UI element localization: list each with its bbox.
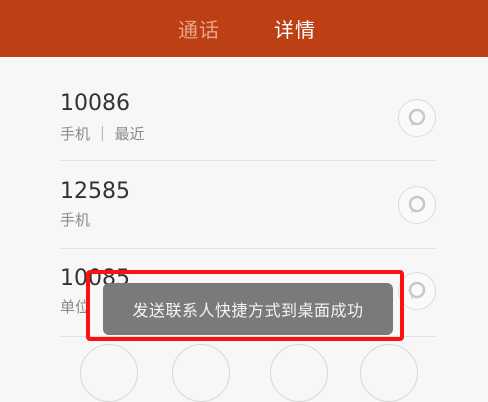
toast-message: 发送联系人快捷方式到桌面成功 <box>103 283 393 335</box>
action-button[interactable] <box>172 344 230 402</box>
chat-bubble-icon <box>408 108 426 126</box>
action-button[interactable] <box>270 344 328 402</box>
number-type-label: 手机 <box>60 211 91 229</box>
action-button[interactable] <box>360 344 418 402</box>
tab-details[interactable]: 详情 <box>274 14 316 43</box>
phone-number: 12585 <box>60 179 130 204</box>
send-message-button[interactable] <box>398 186 436 224</box>
chat-bubble-icon <box>408 195 426 213</box>
action-button[interactable] <box>80 344 138 402</box>
number-type-label: 手机 ｜ 最近 <box>60 125 145 143</box>
chat-bubble-icon <box>408 281 426 299</box>
top-bar: 通话 详情 <box>0 0 488 57</box>
send-message-button[interactable] <box>398 99 436 137</box>
tab-calls[interactable]: 通话 <box>178 14 220 43</box>
phone-number: 10086 <box>60 91 130 116</box>
